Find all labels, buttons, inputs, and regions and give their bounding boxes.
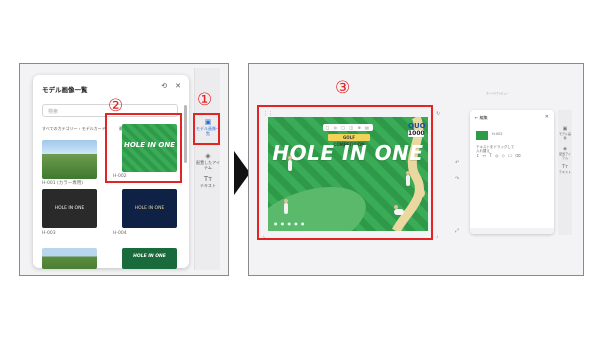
- thumbnail-h003[interactable]: HOLE IN ONE: [42, 189, 97, 228]
- edit-panel-header[interactable]: ← 編集: [475, 115, 488, 121]
- dialog-scrollbar[interactable]: [184, 105, 187, 163]
- edit-thumbnail[interactable]: [476, 131, 488, 140]
- tool-label: モデル画像: [558, 132, 571, 140]
- quo-brand: QUO: [408, 122, 426, 130]
- golf-cart: [394, 205, 404, 215]
- edit-panel-footer: [470, 228, 554, 234]
- thumbnail-caption: H-003: [42, 231, 56, 236]
- tool-text[interactable]: Tт テキスト: [558, 164, 572, 174]
- edit-toolbar-icons[interactable]: ↕ ↔ T ◎ ◇ ☐ ⌫: [476, 153, 522, 158]
- marker-one: ①: [197, 90, 213, 110]
- thumbnail-text: HOLE IN ONE: [54, 206, 85, 211]
- thumbnail-h005[interactable]: [42, 248, 97, 269]
- highlight-thumbnail-box: [105, 113, 182, 183]
- thumbnail-h006[interactable]: HOLE IN ONE: [122, 248, 177, 269]
- close-icon[interactable]: ✕: [545, 114, 549, 120]
- golfer-figure: [288, 156, 292, 171]
- tool-placed-items[interactable]: ◈ 配置したアイテム: [195, 152, 221, 170]
- tool-label: 配置アイテム: [559, 152, 571, 160]
- tool-label: 配置したアイテム: [196, 160, 220, 170]
- close-icon[interactable]: ✕: [175, 82, 181, 90]
- expand-icon[interactable]: ⤢: [455, 228, 459, 234]
- thumbnail-caption: H-004: [113, 231, 127, 236]
- card-dots: ● ● ● ● ●: [274, 221, 306, 226]
- quo-value: 1000: [408, 130, 425, 137]
- golfer-figure: [284, 199, 288, 214]
- resize-handle-icon[interactable]: ⌞: [263, 233, 265, 239]
- right-side-toolbar: ▣ モデル画像 ◈ 配置アイテム Tт テキスト: [558, 110, 572, 235]
- refresh-icon[interactable]: ⟲: [161, 82, 167, 90]
- text-icon: Tт: [203, 175, 213, 183]
- rotate-handle-icon[interactable]: ↻: [436, 111, 440, 117]
- hole-in-one-card[interactable]: □ ◎ ▢ ◫ ⊕ ▤ ▢ GOLF COMPETITION HOLE IN O…: [268, 117, 428, 231]
- tool-label: テキスト: [200, 183, 216, 188]
- tool-label: テキスト: [559, 170, 571, 174]
- tool-placed-items[interactable]: ◈ 配置アイテム: [558, 146, 572, 160]
- tool-text[interactable]: Tт テキスト: [195, 175, 221, 188]
- marker-three: ③: [335, 78, 351, 98]
- category-breadcrumb[interactable]: すべてのカテゴリー › モデルカード: [42, 126, 106, 132]
- redo-icon[interactable]: ↷: [455, 176, 459, 182]
- card-subtitle: GOLF COMPETITION: [328, 134, 370, 147]
- tool-model-images[interactable]: ▣ モデル画像: [558, 126, 572, 140]
- thumbnail-caption: H-001 (カラー専用): [42, 181, 84, 186]
- dialog-icons: ⟲ ✕: [161, 82, 181, 90]
- golfer-figure: [406, 171, 410, 186]
- marker-two: ②: [108, 96, 124, 116]
- undo-icon[interactable]: ↶: [455, 160, 459, 166]
- thumbnail-text: HOLE IN ONE: [133, 254, 166, 259]
- thumbnail-h004[interactable]: HOLE IN ONE: [122, 189, 177, 228]
- edit-panel: ← 編集 ✕ H-002 テキストをドラッグして 入れ替え ↕ ↔ T ◎ ◇ …: [470, 110, 554, 234]
- resize-handle-icon[interactable]: ⌟: [436, 233, 438, 239]
- card-toolbar[interactable]: □ ◎ ▢ ◫ ⊕ ▤ ▢: [323, 124, 373, 137]
- thumbnail-text: HOLE IN ONE: [134, 206, 165, 211]
- quo-card-logo: QUO 1000: [408, 122, 426, 139]
- card-title: HOLE IN ONE: [272, 141, 424, 165]
- thumbnail-h001[interactable]: [42, 140, 97, 179]
- edit-item-name: H-002: [492, 132, 503, 136]
- dialog-title: モデル画像一覧: [42, 86, 88, 94]
- preview-label: カードのプレビュー: [486, 92, 509, 95]
- highlight-tool-box: [193, 113, 220, 145]
- item-icon: ◈: [205, 152, 211, 160]
